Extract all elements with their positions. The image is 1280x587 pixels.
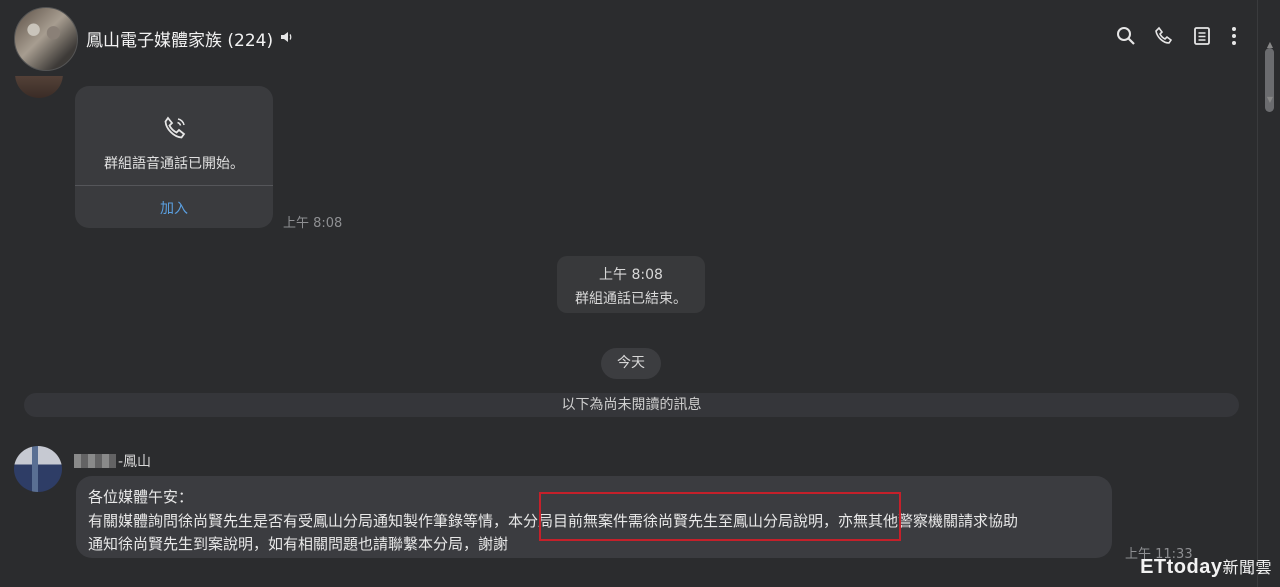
system-message: 上午 8:08 群組通話已結束。 bbox=[557, 256, 705, 313]
watermark-brand: ETtoday bbox=[1140, 556, 1223, 578]
phone-icon[interactable] bbox=[1154, 26, 1174, 46]
blurred-name bbox=[74, 454, 116, 468]
search-icon[interactable] bbox=[1116, 26, 1136, 46]
voice-call-card: 群組語音通話已開始。 加入 bbox=[75, 86, 273, 228]
speaker-icon bbox=[279, 29, 295, 49]
header-actions bbox=[1116, 26, 1250, 46]
watermark: ETtoday新聞雲 bbox=[1140, 554, 1272, 579]
message-line: 各位媒體午安： bbox=[88, 488, 194, 506]
system-message-time: 上午 8:08 bbox=[599, 267, 663, 283]
title-row: 鳳山電子媒體家族 (224) bbox=[86, 26, 295, 51]
divider bbox=[75, 185, 273, 186]
sender-name[interactable]: -鳳山 bbox=[74, 451, 151, 471]
date-separator: 今天 bbox=[601, 348, 661, 379]
scroll-down-icon[interactable]: ▼ bbox=[1267, 95, 1273, 104]
system-message-text: 群組通話已結束。 bbox=[575, 291, 687, 307]
more-icon[interactable] bbox=[1230, 26, 1250, 46]
group-avatar[interactable] bbox=[14, 7, 78, 71]
message-timestamp: 上午 8:08 bbox=[283, 216, 343, 231]
watermark-suffix: 新聞雲 bbox=[1222, 560, 1272, 577]
group-name[interactable]: 鳳山電子媒體家族 (224) bbox=[86, 26, 273, 51]
sender-name-suffix: -鳳山 bbox=[118, 454, 152, 470]
highlight-box bbox=[539, 492, 901, 541]
sender-avatar[interactable] bbox=[14, 446, 62, 492]
call-started-text: 群組語音通話已開始。 bbox=[104, 156, 244, 172]
call-icon bbox=[161, 114, 189, 142]
scrollbar[interactable]: ▲ ▼ bbox=[1257, 0, 1280, 587]
chat-header: 鳳山電子媒體家族 (224) bbox=[0, 0, 1258, 74]
unread-divider: 以下為尚未閱讀的訊息 bbox=[24, 393, 1239, 417]
message-line: 通知徐尚賢先生到案說明，如有相關問題也請聯繫本分局，謝謝 bbox=[88, 535, 509, 553]
notes-icon[interactable] bbox=[1192, 26, 1212, 46]
join-call-button[interactable]: 加入 bbox=[75, 198, 273, 218]
